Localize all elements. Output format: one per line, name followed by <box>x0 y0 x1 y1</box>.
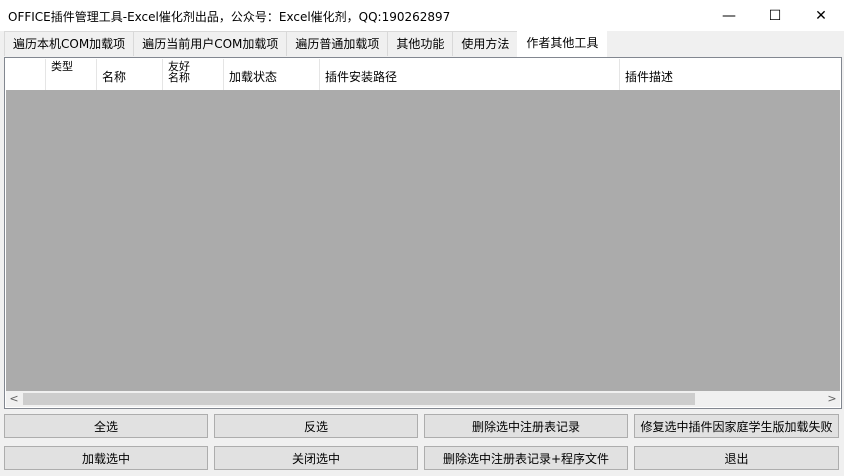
column-header-install-path-label: 插件安装路径 <box>325 70 398 84</box>
column-header-type-label: 类型 <box>51 60 73 73</box>
grid-body[interactable] <box>6 90 840 391</box>
tab-normal-addins[interactable]: 遍历普通加载项 <box>286 31 389 56</box>
close-button[interactable]: ✕ <box>798 0 844 31</box>
close-selected-button[interactable]: 关闭选中 <box>214 446 418 470</box>
load-selected-button[interactable]: 加载选中 <box>4 446 208 470</box>
grid-header: 类型 名称 友好名称 加载状态 插件安装路径 插件描述 <box>6 59 840 91</box>
column-header-load-status[interactable]: 加载状态 <box>224 59 320 90</box>
tab-other-functions[interactable]: 其他功能 <box>387 31 454 56</box>
select-all-button[interactable]: 全选 <box>4 414 208 438</box>
delete-registry-button[interactable]: 删除选中注册表记录 <box>424 414 628 438</box>
invert-selection-button[interactable]: 反选 <box>214 414 418 438</box>
column-header-description-label: 插件描述 <box>625 70 674 84</box>
scroll-left-icon[interactable]: < <box>6 391 22 407</box>
column-header-type[interactable]: 类型 <box>46 59 97 90</box>
repair-addin-button[interactable]: 修复选中插件因家庭学生版加载失败 <box>634 414 839 438</box>
column-header-name-label: 名称 <box>102 70 127 84</box>
window-title: OFFICE插件管理工具-Excel催化剂出品，公众号：Excel催化剂，QQ:… <box>8 10 451 24</box>
column-header-friendly-name-label: 友好名称 <box>168 60 190 84</box>
exit-button[interactable]: 退出 <box>634 446 839 470</box>
delete-registry-files-button[interactable]: 删除选中注册表记录+程序文件 <box>424 446 628 470</box>
tab-user-com-addins[interactable]: 遍历当前用户COM加载项 <box>133 31 288 56</box>
title-bar: OFFICE插件管理工具-Excel催化剂出品，公众号：Excel催化剂，QQ:… <box>0 0 844 31</box>
tab-author-tools[interactable]: 作者其他工具 <box>517 30 608 57</box>
column-header-friendly-name[interactable]: 友好名称 <box>163 59 224 90</box>
tab-strip: 遍历本机COM加载项 遍历当前用户COM加载项 遍历普通加载项 其他功能 使用方… <box>4 30 608 57</box>
column-header-install-path[interactable]: 插件安装路径 <box>320 59 620 90</box>
column-header-description[interactable]: 插件描述 <box>620 59 840 90</box>
row-header-corner[interactable] <box>6 59 46 90</box>
scrollbar-thumb[interactable] <box>23 393 695 405</box>
minimize-button[interactable]: — <box>706 0 752 31</box>
addin-grid: 类型 名称 友好名称 加载状态 插件安装路径 插件描述 < > <box>4 57 842 409</box>
horizontal-scrollbar[interactable]: < > <box>6 391 840 407</box>
tab-usage[interactable]: 使用方法 <box>452 31 519 56</box>
tab-local-com-addins[interactable]: 遍历本机COM加载项 <box>4 31 135 56</box>
column-header-name[interactable]: 名称 <box>97 59 163 90</box>
column-header-load-status-label: 加载状态 <box>229 70 278 84</box>
maximize-button[interactable]: ☐ <box>752 0 798 31</box>
scroll-right-icon[interactable]: > <box>824 391 840 407</box>
